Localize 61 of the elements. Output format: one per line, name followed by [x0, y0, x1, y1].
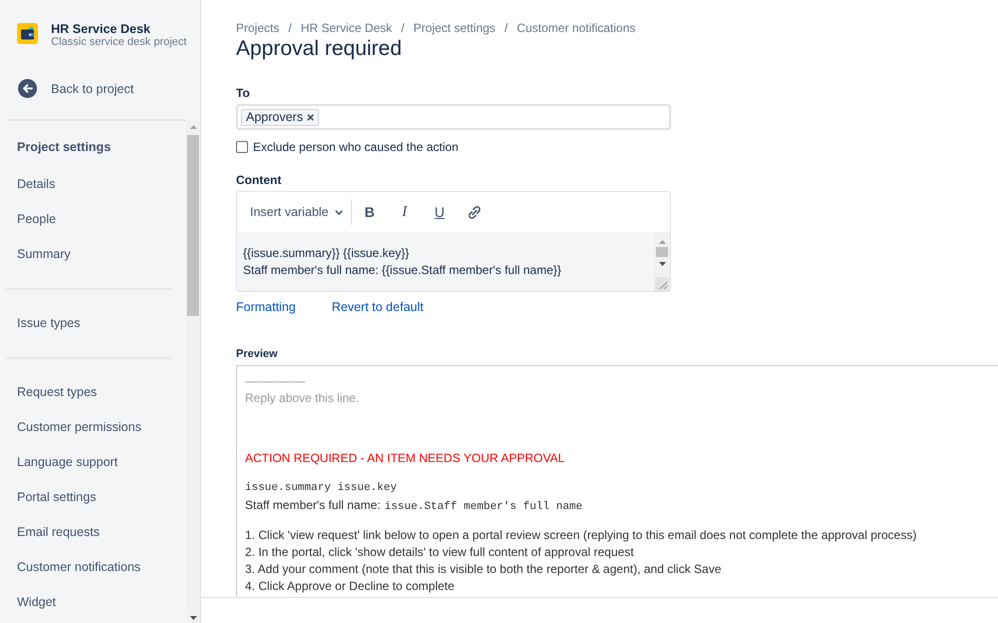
- underline-button[interactable]: U: [428, 199, 452, 225]
- nav-item[interactable]: Language support: [0, 444, 124, 480]
- text-link[interactable]: Formatting: [236, 299, 296, 315]
- scroll-down-icon[interactable]: [658, 262, 666, 266]
- nav-item[interactable]: Customer notifications: [0, 550, 147, 584]
- preview-text: Reply above this line.: [245, 390, 360, 407]
- recipients-field[interactable]: Approvers: [236, 104, 671, 130]
- reply-marker: —-—-—-—: [245, 373, 305, 390]
- instruction-step: 3. Add your comment (note that this is visible to both the reporter & agent), and click Save: [245, 561, 722, 578]
- breadcrumb-separator: /: [504, 20, 508, 36]
- instruction-step: 1. Click 'view request' link below to open a portal review screen (replying to this email does not complete the approval process): [245, 527, 917, 544]
- breadcrumb-separator: /: [401, 20, 404, 36]
- nav-item[interactable]: Request types: [0, 374, 103, 410]
- alert-heading: ACTION REQUIRED - AN ITEM NEEDS YOUR APPROVAL: [245, 450, 565, 467]
- resize-grip-icon[interactable]: [655, 277, 669, 291]
- nav-item[interactable]: Summary: [0, 236, 76, 272]
- bold-button[interactable]: B: [358, 199, 382, 225]
- scroll-up-icon[interactable]: [190, 125, 196, 129]
- field-label: To: [236, 85, 250, 101]
- nav-item[interactable]: Portal settings: [0, 480, 102, 514]
- section-heading: Project settings: [16, 139, 112, 156]
- editor-text-field[interactable]: {{issue.summary}} {{issue.key}} Staff member's full name: {{issue.Staff member's full name}}: [237, 232, 654, 291]
- breadcrumb-link[interactable]: Project settings: [413, 20, 496, 36]
- arrow-left-icon: [18, 79, 37, 98]
- scrollbar-thumb[interactable]: [656, 247, 668, 257]
- project-type: Classic service desk project: [51, 36, 187, 49]
- nav-item[interactable]: Widget: [0, 584, 62, 620]
- scrollbar-thumb[interactable]: [187, 135, 199, 316]
- italic-button[interactable]: I: [392, 199, 417, 225]
- instruction-step: 2. In the portal, click 'show details' to view full content of approval request: [245, 544, 634, 561]
- section-label: Preview: [236, 347, 278, 361]
- variable-text: issue.Staff member's full name: [384, 500, 583, 515]
- back-link[interactable]: Back to project: [18, 79, 134, 98]
- nav-item[interactable]: Details: [0, 166, 62, 202]
- link-icon: [467, 204, 482, 220]
- tag-label: Approvers: [246, 110, 303, 124]
- breadcrumb-link[interactable]: HR Service Desk: [300, 20, 392, 36]
- variable-text: issue.summary issue.key: [245, 481, 397, 496]
- wallet-icon: [17, 23, 38, 44]
- scrollbar[interactable]: [654, 232, 670, 291]
- nav-item[interactable]: Email requests: [0, 514, 106, 550]
- breadcrumb-link[interactable]: Customer notifications: [516, 20, 636, 36]
- field-label: Content: [236, 172, 282, 188]
- breadcrumb-separator: /: [288, 20, 292, 36]
- nav-item[interactable]: Issue types: [0, 306, 86, 340]
- scroll-down-icon[interactable]: [190, 616, 196, 620]
- field-name: Staff member's full name:: [245, 497, 380, 514]
- nav-item[interactable]: Customer permissions: [0, 410, 148, 444]
- scrollbar[interactable]: [186, 121, 200, 623]
- checkbox[interactable]: [236, 141, 248, 153]
- page-title: Approval required: [236, 36, 402, 62]
- chevron-down-icon: [334, 210, 343, 214]
- scroll-up-icon[interactable]: [658, 240, 666, 244]
- nav-item[interactable]: People: [0, 202, 62, 236]
- instruction-step: 4. Click Approve or Decline to complete: [245, 578, 454, 595]
- project-name: HR Service Desk: [51, 22, 152, 36]
- breadcrumb-link[interactable]: Projects: [236, 20, 280, 36]
- text-link[interactable]: Revert to default: [332, 299, 424, 315]
- close-icon[interactable]: [306, 114, 314, 120]
- insert-variable-dropdown[interactable]: Insert variable: [250, 199, 343, 225]
- checkbox-label: Exclude person who caused the action: [253, 140, 458, 154]
